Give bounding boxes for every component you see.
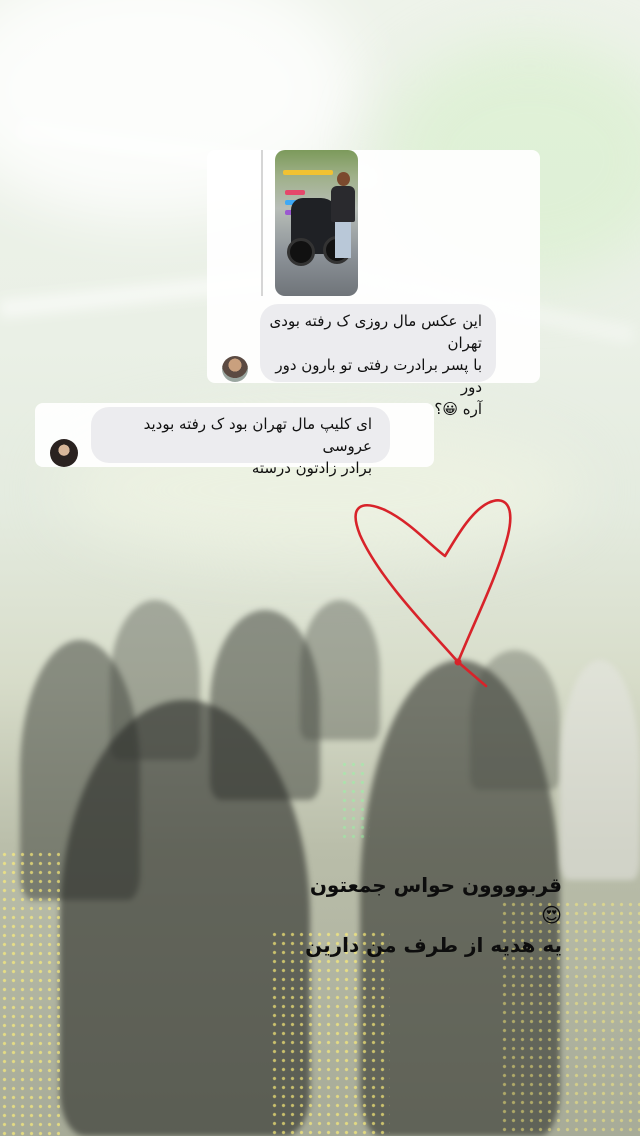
recipient-avatar[interactable]: [50, 439, 78, 467]
reply-message-bubble: این عکس مال روزی ک رفته بودی تهران با پس…: [260, 304, 496, 418]
message-line-2: برادر زادتون درسته: [251, 459, 372, 477]
sender-avatar[interactable]: [222, 356, 248, 382]
reply-message-line-1: این عکس مال روزی ک رفته بودی تهران: [269, 312, 482, 352]
story-thumbnail[interactable]: [275, 150, 358, 296]
story-caption: قربوووون حواس جمعتون😍 یه هدیه از طرف من …: [290, 870, 562, 960]
person-image: [331, 172, 355, 260]
message-line-1: ای کلیپ مال تهران بود ک رفته بودید عروسی: [143, 415, 372, 455]
reply-message-line-2: با پسر برادرت رفتی تو بارون دور دور: [275, 356, 482, 396]
caption-line-1: قربوووون حواس جمعتون😍: [309, 873, 562, 927]
quote-bar: [261, 150, 263, 296]
message-bubble: ای کلیپ مال تهران بود ک رفته بودید عروسی…: [91, 407, 390, 477]
caption-line-2: یه هدیه از طرف من دارین: [305, 933, 562, 957]
